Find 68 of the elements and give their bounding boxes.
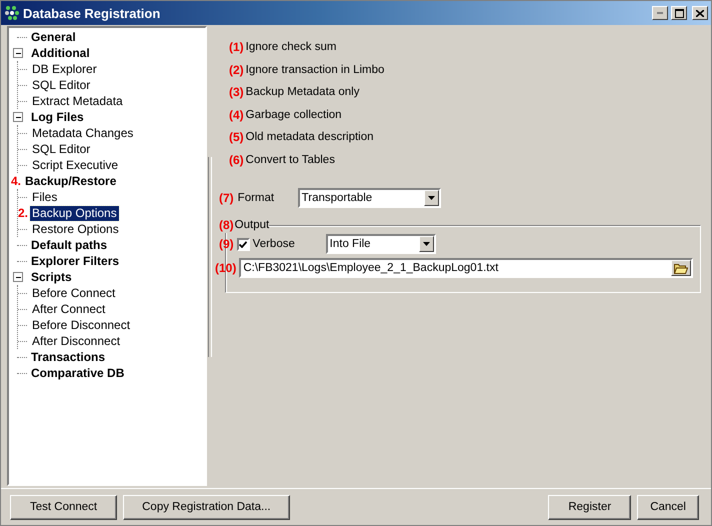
callout-number: (7) xyxy=(219,191,234,205)
dialog-button[interactable]: Register xyxy=(548,494,632,520)
close-button[interactable] xyxy=(692,6,708,20)
option-label: Ignore transaction in Limbo xyxy=(246,64,384,76)
tree-item[interactable]: Scripts xyxy=(29,270,74,284)
tree-item[interactable]: Comparative DB xyxy=(29,366,126,380)
dropdown-arrow-icon xyxy=(428,196,435,200)
tree-item[interactable]: Default paths xyxy=(29,238,110,252)
callout-number: (10) xyxy=(215,261,236,275)
tree-item[interactable]: Log Files xyxy=(29,110,86,124)
tree-item[interactable]: After Disconnect xyxy=(30,334,122,348)
check-icon xyxy=(239,240,248,248)
tree-item[interactable]: Explorer Filters xyxy=(29,254,122,268)
collapse-icon[interactable] xyxy=(13,272,23,282)
close-icon xyxy=(696,10,704,16)
callout-number: (4) xyxy=(229,108,244,122)
tree-item[interactable]: Restore Options xyxy=(30,222,121,236)
group-title: Output xyxy=(234,219,270,231)
callout-number: 2. xyxy=(18,206,28,220)
dialog-button[interactable]: Copy Registration Data... xyxy=(123,494,290,520)
callout-number: (3) xyxy=(229,85,244,100)
tree-item[interactable]: Extract Metadata xyxy=(30,94,125,108)
folder-icon xyxy=(674,262,688,274)
window-title: Database Registration xyxy=(23,6,162,20)
splitter[interactable] xyxy=(208,157,212,357)
app-icon xyxy=(4,5,20,21)
callout-number: 4. xyxy=(11,174,22,188)
tree-item[interactable]: Script Executive xyxy=(30,158,120,172)
callout-number: (8) xyxy=(219,218,234,232)
dropdown-arrow-icon xyxy=(422,242,430,246)
browse-button[interactable] xyxy=(671,260,691,276)
log-path-field[interactable]: C:\FB3021\Logs\Employee_2_1_BackupLog01.txt xyxy=(239,258,693,278)
tree-item[interactable]: SQL Editor xyxy=(30,142,92,156)
tree-item[interactable]: Transactions xyxy=(29,350,108,364)
option-label: Old metadata description xyxy=(246,131,374,144)
tree-item[interactable]: After Connect xyxy=(30,302,108,316)
callout-number: (1) xyxy=(229,40,244,54)
format-label: Format xyxy=(238,192,276,204)
callout-number: (5) xyxy=(229,130,244,144)
verbose-label: Verbose xyxy=(252,238,296,250)
callout-number: (2) xyxy=(229,62,244,77)
collapse-icon[interactable] xyxy=(13,112,23,122)
callout-number: (9) xyxy=(219,237,234,251)
tree-item[interactable]: General xyxy=(29,30,78,44)
format-dropdown[interactable]: Transportable xyxy=(298,188,441,208)
callout-number: (6) xyxy=(229,152,244,167)
tree-item[interactable]: SQL Editor xyxy=(30,78,92,92)
maximize-icon xyxy=(674,8,684,18)
tree-item[interactable]: DB Explorer xyxy=(30,62,99,76)
tree-item[interactable]: Before Disconnect xyxy=(30,318,132,332)
tree-item[interactable]: Before Connect xyxy=(30,286,118,300)
dialog-button[interactable]: Test Connect xyxy=(10,494,118,520)
minimize-icon xyxy=(657,12,663,14)
tree-item[interactable]: Metadata Changes xyxy=(30,126,136,140)
verbose-checkbox[interactable] xyxy=(236,238,250,250)
tree-item[interactable]: Additional xyxy=(29,46,92,60)
dialog-button[interactable]: Cancel xyxy=(637,494,699,520)
minimize-button[interactable] xyxy=(652,6,668,20)
option-label: Convert to Tables xyxy=(246,154,335,166)
option-label: Ignore check sum xyxy=(246,41,336,54)
option-label: Garbage collection xyxy=(246,108,342,121)
collapse-icon[interactable] xyxy=(13,48,23,58)
maximize-button[interactable] xyxy=(671,6,687,20)
output-mode-dropdown[interactable]: Into File xyxy=(326,234,436,254)
tree-item[interactable]: Backup/Restore xyxy=(23,174,118,188)
tree-item[interactable]: Backup Options xyxy=(30,206,119,220)
option-label: Backup Metadata only xyxy=(246,86,360,98)
tree-item[interactable]: Files xyxy=(30,190,60,204)
